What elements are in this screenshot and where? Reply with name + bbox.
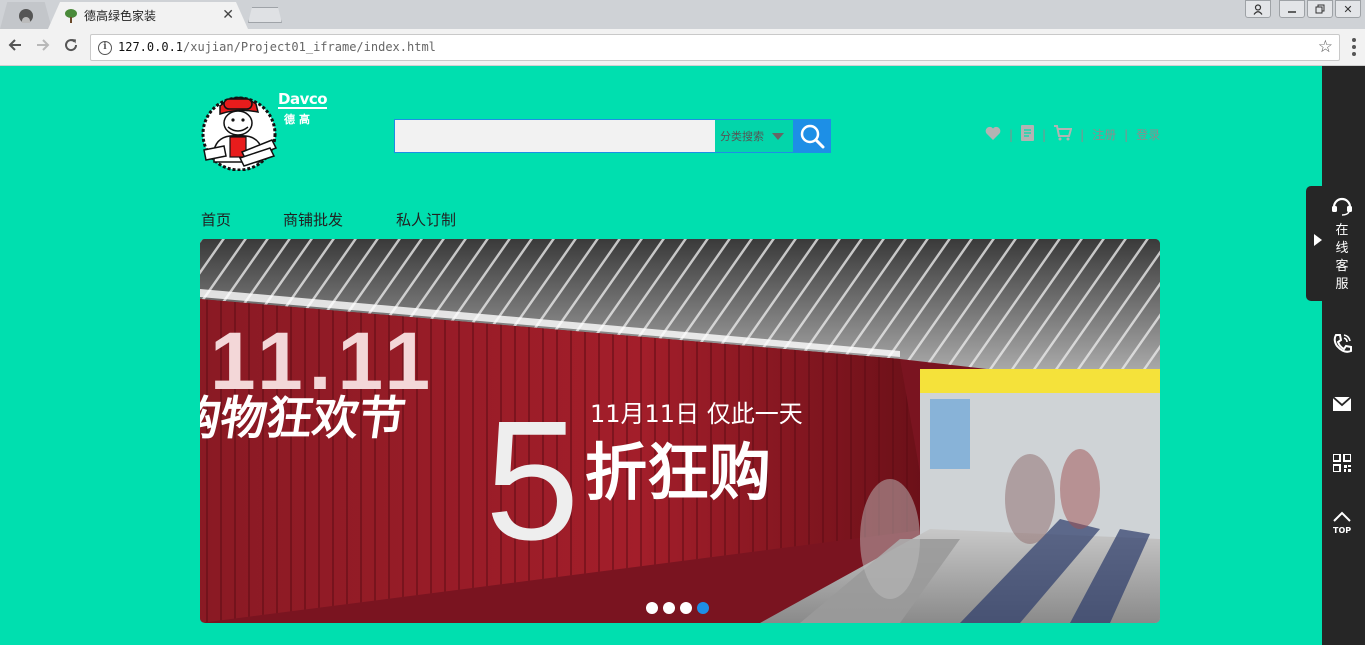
search-category-label: 分类搜索	[720, 130, 764, 143]
headset-icon	[1331, 196, 1353, 220]
nav-item-wholesale[interactable]: 商铺批发	[283, 209, 396, 230]
profile-avatar-icon	[19, 8, 33, 23]
new-tab-button[interactable]	[248, 7, 282, 23]
back-arrow-icon[interactable]	[5, 37, 25, 57]
back-to-top-icon[interactable]	[1330, 509, 1354, 525]
banner-image: 11.11 购物狂欢节 5 11月11日 仅此一天 折狂购	[200, 239, 1160, 623]
carousel-dot[interactable]	[680, 602, 692, 614]
forward-arrow-icon[interactable]	[33, 37, 53, 57]
back-to-top-label[interactable]: TOP	[1333, 526, 1351, 535]
nav-item-custom[interactable]: 私人订制	[396, 209, 456, 230]
register-link[interactable]: 注册	[1092, 126, 1116, 143]
info-icon[interactable]: i	[98, 41, 112, 55]
heart-icon[interactable]	[985, 126, 1001, 144]
login-link[interactable]: 登录	[1136, 126, 1160, 143]
user-profile-icon[interactable]	[1245, 0, 1271, 18]
banner-date-text: 11月11日 仅此一天	[590, 400, 803, 428]
browser-tab-bar: 德高绿色家装 ✕ ✕	[0, 0, 1365, 29]
chevron-down-icon	[772, 132, 784, 140]
divider: |	[1042, 127, 1047, 142]
search-icon	[800, 124, 825, 149]
divider: |	[1124, 127, 1129, 142]
search-button[interactable]	[793, 119, 831, 153]
banner-carousel[interactable]: 11.11 购物狂欢节 5 11月11日 仅此一天 折狂购	[200, 239, 1160, 623]
banner-festival-text: 购物狂欢节	[200, 391, 409, 445]
brand-name-cn: 德高	[284, 113, 314, 126]
url-text[interactable]: 127.0.0.1/xujian/Project01_iframe/index.…	[118, 40, 436, 54]
online-service-tab[interactable]: 在线客服	[1306, 186, 1365, 301]
search-input[interactable]	[394, 119, 715, 153]
browser-toolbar: i 127.0.0.1/xujian/Project01_iframe/inde…	[0, 29, 1365, 66]
search-bar: 分类搜索	[394, 119, 831, 153]
nav-item-home[interactable]: 首页	[201, 209, 283, 230]
user-links: | | | 注册 | 登录	[985, 125, 1160, 144]
carousel-dot-active[interactable]	[697, 602, 709, 614]
profile-tab[interactable]	[0, 2, 52, 29]
tree-favicon-icon	[64, 8, 78, 23]
main-nav: 首页 商铺批发 私人订制	[201, 209, 456, 230]
minimize-icon[interactable]	[1279, 0, 1305, 18]
online-service-label: 在线客服	[1335, 223, 1349, 292]
mail-icon[interactable]	[1330, 392, 1354, 416]
expand-arrow-icon	[1314, 234, 1322, 246]
restore-icon[interactable]	[1307, 0, 1333, 18]
page-body: Davco 德高 分类搜索 | | | 注册 | 登录 首页 商铺批发 私人订制…	[0, 66, 1322, 645]
document-icon[interactable]	[1021, 125, 1035, 144]
browser-menu-icon[interactable]	[1352, 38, 1356, 56]
bookmark-star-icon[interactable]: ☆	[1318, 37, 1333, 57]
address-bar[interactable]: i 127.0.0.1/xujian/Project01_iframe/inde…	[90, 34, 1340, 61]
divider: |	[1080, 127, 1085, 142]
reload-icon[interactable]	[61, 37, 81, 57]
search-category-select[interactable]: 分类搜索	[715, 119, 793, 153]
carousel-dot[interactable]	[646, 602, 658, 614]
davco-logo[interactable]	[200, 90, 280, 172]
tab-title: 德高绿色家装	[84, 9, 157, 23]
qrcode-icon[interactable]	[1330, 451, 1354, 475]
carousel-dot[interactable]	[663, 602, 675, 614]
close-window-icon[interactable]: ✕	[1335, 0, 1361, 18]
brand-name: Davco 德高	[278, 90, 328, 127]
carousel-indicators	[646, 602, 709, 614]
banner-sale-text: 折狂购	[585, 436, 771, 509]
tab-close-icon[interactable]: ✕	[222, 7, 234, 23]
browser-tab-active[interactable]: 德高绿色家装 ✕	[48, 2, 248, 29]
divider: |	[1009, 127, 1014, 142]
cart-icon[interactable]	[1054, 125, 1073, 144]
window-controls: ✕	[1245, 0, 1361, 18]
brand-name-en: Davco	[278, 90, 328, 109]
phone-icon[interactable]	[1330, 332, 1354, 356]
banner-big-number: 5	[485, 386, 580, 576]
